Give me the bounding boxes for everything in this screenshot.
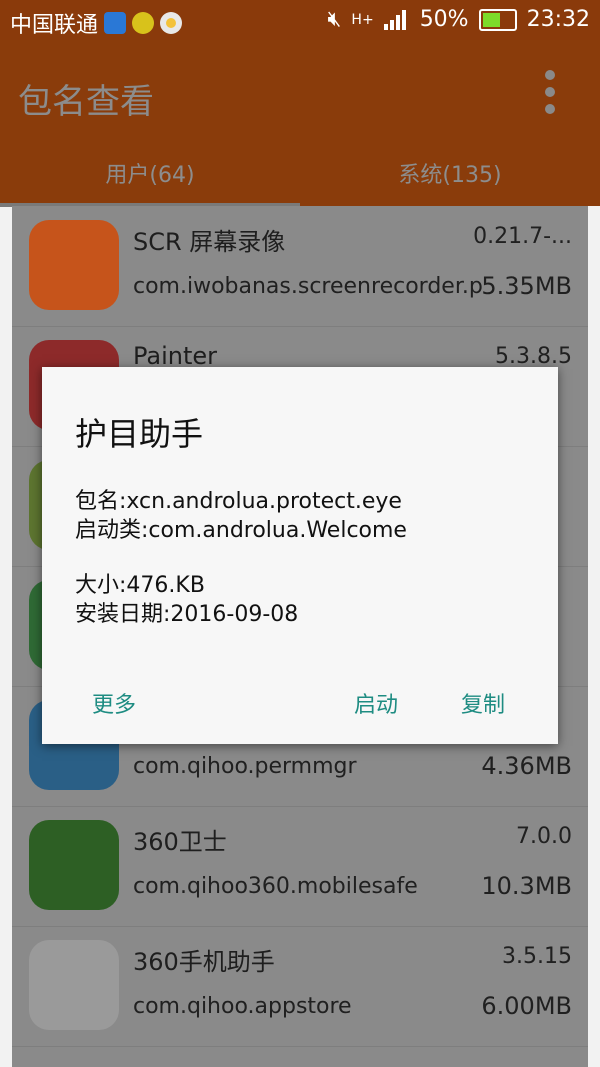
more-button[interactable]: 更多: [92, 687, 136, 719]
app-name: 360卫士: [133, 828, 227, 856]
app-name: Painter: [133, 342, 218, 370]
package-line: 包名:xcn.androlua.protect.eye: [75, 489, 402, 514]
status-bar: 中国联通 🔇︎ H+ 50% 23:32: [0, 0, 600, 40]
list-item[interactable]: SCR 屏幕录像 com.iwobanas.screenrecorder.pr …: [12, 206, 588, 327]
launch-button[interactable]: 启动: [354, 687, 398, 719]
360-safe-app-icon: [29, 820, 119, 910]
app-name: SCR 屏幕录像: [133, 228, 286, 256]
battery-percent: 50%: [419, 7, 469, 32]
launch-class-line: 启动类:com.androlua.Welcome: [75, 518, 407, 543]
app-package: com.qihoo.appstore: [133, 994, 352, 1019]
app-version: 3.5.15: [502, 944, 572, 969]
battery-icon: [478, 8, 517, 31]
clock: 23:32: [526, 7, 590, 32]
app-version: 0.21.7-...: [473, 224, 572, 249]
size-line: 大小:476.KB: [75, 573, 205, 598]
360-appstore-app-icon: [29, 940, 119, 1030]
app-size: 5.35MB: [481, 272, 572, 300]
copy-button[interactable]: 复制: [461, 687, 505, 719]
app-size: 4.36MB: [481, 752, 572, 780]
app-name: 360手机助手: [133, 948, 275, 976]
app-size: 10.3MB: [481, 872, 572, 900]
scr-app-icon: [29, 220, 119, 310]
install-date-line: 安装日期:2016-09-08: [75, 602, 299, 627]
app-version: 5.3.8.5: [495, 344, 572, 369]
app-bar: 包名查看 用户(64) 系统(135): [0, 40, 600, 207]
mute-icon: 🔇︎: [327, 7, 342, 32]
wrench-notification-icon: [104, 12, 127, 34]
network-type-label: H+: [351, 11, 374, 28]
app-package: com.qihoo.permmgr: [133, 754, 357, 779]
list-item[interactable]: 360卫士 com.qihoo360.mobilesafe 7.0.0 10.3…: [12, 806, 588, 927]
app-info-dialog: 护目助手 包名:xcn.androlua.protect.eye 启动类:com…: [42, 367, 558, 744]
tab-system[interactable]: 系统(135): [300, 148, 600, 204]
app-package: com.qihoo360.mobilesafe: [133, 874, 418, 899]
overflow-menu-icon[interactable]: [540, 70, 560, 114]
app-size: 6.00MB: [481, 992, 572, 1020]
signal-icon: [383, 9, 410, 30]
carrier-label: 中国联通: [10, 13, 99, 38]
chrome-notification-icon: [160, 12, 183, 34]
dialog-body: 包名:xcn.androlua.protect.eye 启动类:com.andr…: [75, 487, 407, 629]
list-item[interactable]: 360手机助手 com.qihoo.appstore 3.5.15 6.00MB: [12, 926, 588, 1047]
app-version: 7.0.0: [516, 824, 572, 849]
dialog-title: 护目助手: [75, 415, 204, 453]
wechat-notification-icon: [132, 12, 155, 34]
tab-user[interactable]: 用户(64): [0, 148, 300, 204]
app-package: com.iwobanas.screenrecorder.pr: [133, 274, 483, 299]
app-title: 包名查看: [18, 82, 154, 122]
